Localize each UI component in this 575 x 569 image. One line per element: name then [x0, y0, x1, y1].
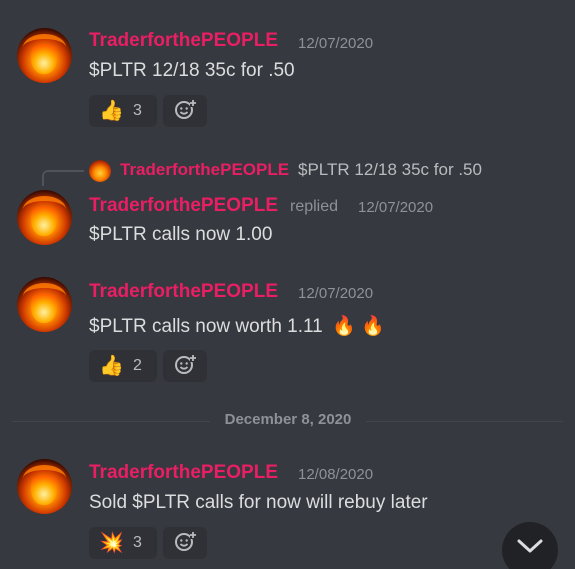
message-timestamp: 12/07/2020 [298, 35, 374, 52]
message-timestamp: 12/07/2020 [298, 285, 374, 302]
add-reaction-icon [174, 353, 196, 380]
message-author[interactable]: TraderforthePEOPLE [89, 195, 278, 217]
add-reaction-button[interactable] [163, 527, 207, 559]
thumbs-up-icon: 👍 [99, 100, 124, 122]
collision-icon: 💥 [99, 532, 124, 554]
message-text: $PLTR calls now 1.00 [89, 224, 273, 245]
reaction-button[interactable]: 👍 3 [89, 95, 157, 127]
add-reaction-button[interactable] [163, 95, 207, 127]
avatar[interactable] [17, 277, 72, 332]
reply-connector [42, 170, 84, 186]
chat-view: TraderforthePEOPLE 12/07/2020 $PLTR 12/1… [0, 0, 575, 569]
date-divider: December 8, 2020 [210, 411, 366, 428]
replied-label: replied [290, 198, 339, 215]
message-text: $PLTR calls now worth 1.11 🔥 🔥 [89, 314, 385, 338]
reaction-button[interactable]: 👍 2 [89, 350, 157, 382]
reaction-count: 2 [133, 357, 142, 374]
scroll-to-bottom-button[interactable] [502, 522, 558, 569]
chevron-down-icon [516, 538, 544, 559]
add-reaction-icon [174, 530, 196, 557]
message-author[interactable]: TraderforthePEOPLE [89, 30, 278, 52]
message-timestamp: 12/08/2020 [298, 466, 374, 483]
message-text-body: $PLTR calls now worth 1.11 [89, 316, 323, 337]
message-author[interactable]: TraderforthePEOPLE [89, 462, 278, 484]
avatar[interactable] [17, 190, 72, 245]
reaction-button[interactable]: 💥 3 [89, 527, 157, 559]
reply-preview-text[interactable]: $PLTR 12/18 35c for .50 [298, 160, 482, 180]
avatar[interactable] [17, 459, 72, 514]
fire-emojis: 🔥 🔥 [332, 316, 385, 337]
message-timestamp: 12/07/2020 [358, 199, 434, 216]
add-reaction-icon [174, 98, 196, 125]
reaction-count: 3 [133, 102, 142, 119]
reaction-count: 3 [133, 534, 142, 551]
thumbs-up-icon: 👍 [99, 355, 124, 377]
message-text: $PLTR 12/18 35c for .50 [89, 60, 295, 81]
avatar[interactable] [17, 28, 72, 83]
message-author[interactable]: TraderforthePEOPLE [89, 281, 278, 303]
add-reaction-button[interactable] [163, 350, 207, 382]
reply-author[interactable]: TraderforthePEOPLE [120, 160, 289, 180]
reply-avatar[interactable] [89, 160, 111, 182]
message-text: Sold $PLTR calls for now will rebuy late… [89, 492, 428, 513]
